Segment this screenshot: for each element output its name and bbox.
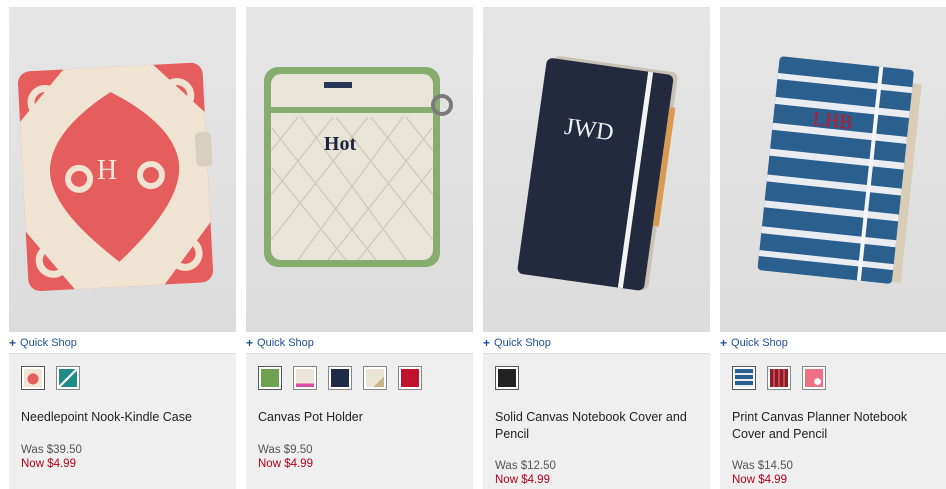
now-price: Now $4.99: [732, 474, 787, 486]
now-price: Now $4.99: [495, 474, 550, 486]
monogram-text: H: [97, 155, 117, 186]
product-name-link[interactable]: Solid Canvas Notebook Cover and Pencil: [495, 409, 700, 443]
swatch-black[interactable]: [495, 366, 519, 390]
was-price: Was $14.50: [732, 460, 793, 472]
product-image[interactable]: JWD: [483, 7, 710, 332]
product-image[interactable]: Hot: [246, 7, 473, 332]
quick-shop-link[interactable]: + Quick Shop: [483, 334, 551, 351]
monogram-text: LHB: [812, 108, 854, 134]
quick-shop-label: Quick Shop: [20, 336, 77, 349]
plus-icon: +: [9, 335, 17, 350]
now-price: Now $4.99: [258, 458, 313, 470]
swatch-green[interactable]: [258, 366, 282, 390]
was-price: Was $39.50: [21, 444, 82, 456]
product-info-panel: Canvas Pot Holder Was $9.50 Now $4.99: [246, 353, 473, 489]
color-swatches: [258, 366, 422, 390]
plus-icon: +: [246, 335, 254, 350]
quick-shop-label: Quick Shop: [731, 336, 788, 349]
swatch-natural-multi[interactable]: [363, 366, 387, 390]
product-image[interactable]: LHB: [720, 7, 946, 332]
was-price: Was $12.50: [495, 460, 556, 472]
product-name-link[interactable]: Canvas Pot Holder: [258, 409, 463, 426]
quick-shop-link[interactable]: + Quick Shop: [246, 334, 314, 351]
swatch-red-needlepoint[interactable]: [21, 366, 45, 390]
now-price: Now $4.99: [21, 458, 76, 470]
product-card: JWD + Quick Shop Solid Canvas Notebook C…: [483, 7, 710, 489]
was-price: Was $9.50: [258, 444, 313, 456]
swatch-red-plaid[interactable]: [767, 366, 791, 390]
product-name-link[interactable]: Needlepoint Nook-Kindle Case: [21, 409, 226, 426]
monogram-text: Hot: [324, 133, 357, 155]
swatch-red[interactable]: [398, 366, 422, 390]
product-image[interactable]: H: [9, 7, 236, 332]
product-card: LHB + Quick Shop Print Canvas Planner No…: [720, 7, 946, 489]
quick-shop-link[interactable]: + Quick Shop: [720, 334, 788, 351]
color-swatches: [495, 366, 519, 390]
product-info-panel: Solid Canvas Notebook Cover and Pencil W…: [483, 353, 710, 489]
swatch-natural-pink[interactable]: [293, 366, 317, 390]
product-info-panel: Needlepoint Nook-Kindle Case Was $39.50 …: [9, 353, 236, 489]
product-name-link[interactable]: Print Canvas Planner Notebook Cover and …: [732, 409, 937, 443]
swatch-blue-stripe[interactable]: [732, 366, 756, 390]
product-card: H + Quick Shop Needlepoint Nook-Kindle C…: [9, 7, 236, 489]
swatch-pink-floral[interactable]: [802, 366, 826, 390]
quick-shop-link[interactable]: + Quick Shop: [9, 334, 77, 351]
quick-shop-label: Quick Shop: [257, 336, 314, 349]
product-card: Hot + Quick Shop Canvas Pot Holder Was $…: [246, 7, 473, 489]
quick-shop-label: Quick Shop: [494, 336, 551, 349]
color-swatches: [732, 366, 826, 390]
swatch-teal-pattern[interactable]: [56, 366, 80, 390]
plus-icon: +: [483, 335, 491, 350]
swatch-navy[interactable]: [328, 366, 352, 390]
plus-icon: +: [720, 335, 728, 350]
product-info-panel: Print Canvas Planner Notebook Cover and …: [720, 353, 946, 489]
color-swatches: [21, 366, 80, 390]
